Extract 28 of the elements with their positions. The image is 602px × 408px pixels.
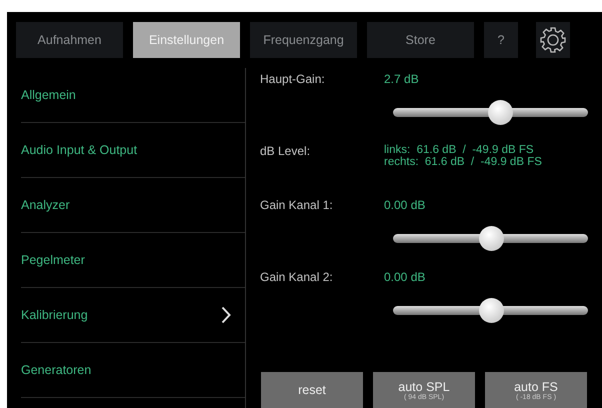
level-reading: rechts: 61.6 dB / -49.9 dB FS <box>384 156 542 168</box>
sidebar-item[interactable]: Audio Input & Output <box>21 123 245 178</box>
slider[interactable] <box>393 100 588 124</box>
setting-value: 0.00 dB <box>384 198 426 212</box>
slider[interactable] <box>393 298 588 322</box>
sidebar-item[interactable]: Kalibrierung <box>21 288 245 343</box>
settings-button[interactable] <box>536 22 570 58</box>
slider-thumb[interactable] <box>478 298 504 322</box>
tab[interactable]: Aufnahmen <box>16 22 123 58</box>
setting-label: Gain Kanal 1: <box>260 198 334 212</box>
level-reading: links: 61.6 dB / -49.9 dB FS <box>384 144 535 156</box>
slider[interactable] <box>393 226 588 250</box>
setting-label: Gain Kanal 2: <box>260 270 334 284</box>
tab[interactable]: Store <box>367 22 474 58</box>
setting-value: 0.00 dB <box>384 270 426 284</box>
setting-label: dB Level: <box>260 144 312 158</box>
sidebar-item[interactable]: Pegelmeter <box>21 233 245 288</box>
sidebar-item[interactable]: Generatoren <box>21 343 245 398</box>
settings-icon <box>540 27 566 53</box>
action-button[interactable]: reset <box>261 372 363 408</box>
tab[interactable]: Frequenzgang <box>250 22 357 58</box>
setting-label: Haupt-Gain: <box>260 72 326 86</box>
sidebar-item[interactable]: Analyzer <box>21 178 245 233</box>
tab[interactable]: ? <box>484 22 518 58</box>
sidebar-item[interactable]: Allgemein <box>21 68 245 123</box>
setting-value: 2.7 dB <box>384 72 419 86</box>
slider-thumb[interactable] <box>488 100 514 124</box>
slider-thumb[interactable] <box>478 226 504 250</box>
